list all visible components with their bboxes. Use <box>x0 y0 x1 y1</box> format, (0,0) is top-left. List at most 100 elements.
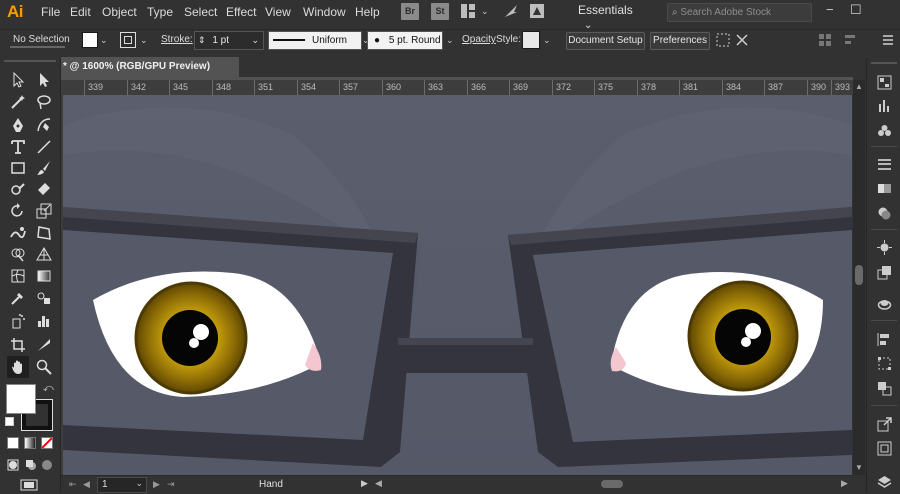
opacity-label[interactable]: Opacity <box>462 34 496 45</box>
next-artboard-icon[interactable]: ▶ <box>153 479 160 490</box>
slice-tool-icon[interactable] <box>33 334 55 356</box>
stroke-panel-icon[interactable] <box>875 155 893 173</box>
hand-tool-icon[interactable] <box>7 356 29 378</box>
horizontal-scroll-thumb[interactable] <box>601 480 623 488</box>
chevron-down-icon[interactable]: ⌄ <box>100 35 108 46</box>
appearance-panel-icon[interactable] <box>875 238 893 256</box>
export-panel-icon[interactable] <box>875 415 893 433</box>
align-panel-icon[interactable] <box>875 330 893 348</box>
panel-menu-icon[interactable] <box>881 33 895 50</box>
arrange-icon[interactable] <box>716 33 730 50</box>
libraries-panel-icon[interactable] <box>875 295 893 313</box>
align-icon[interactable] <box>843 33 857 50</box>
arrange-documents-icon[interactable] <box>460 3 476 22</box>
magic-wand-tool-icon[interactable] <box>7 91 29 113</box>
draw-behind-icon[interactable] <box>25 459 37 471</box>
rectangle-tool-icon[interactable] <box>7 157 29 179</box>
document-setup-button[interactable]: Document Setup <box>566 32 645 50</box>
gradient-mode-icon[interactable] <box>24 437 36 449</box>
pathfinder-panel-icon[interactable] <box>875 379 893 397</box>
artboards-panel-icon[interactable] <box>875 439 893 457</box>
stock-button[interactable]: St <box>431 3 449 20</box>
swap-fill-stroke-icon[interactable]: ⤺ <box>43 383 54 394</box>
menu-select[interactable]: Select <box>184 5 217 19</box>
chevron-down-icon[interactable]: ⌄ <box>543 35 551 46</box>
stepper-icon[interactable]: ⇕ <box>198 35 206 45</box>
chevron-down-icon[interactable]: ⌄ <box>140 35 148 46</box>
preferences-button[interactable]: Preferences <box>650 32 710 50</box>
type-tool-icon[interactable] <box>7 136 29 158</box>
gradient-tool-icon[interactable] <box>33 265 55 287</box>
lasso-tool-icon[interactable] <box>33 91 55 113</box>
brush-definition[interactable]: ● 5 pt. Round <box>367 31 443 50</box>
shape-builder-tool-icon[interactable] <box>7 243 29 265</box>
direct-selection-tool-icon[interactable] <box>33 69 55 91</box>
rotate-tool-icon[interactable] <box>7 200 29 222</box>
gradient-panel-icon[interactable] <box>875 179 893 197</box>
graphic-style-swatch[interactable] <box>522 31 540 49</box>
scroll-right-icon[interactable]: ▶ <box>841 478 848 489</box>
bridge-button[interactable]: Br <box>401 3 419 20</box>
stock-search-input[interactable]: ⌕ Search Adobe Stock <box>667 3 812 22</box>
gpu-preview-icon[interactable] <box>529 3 545 22</box>
stroke-swatch[interactable] <box>120 32 136 48</box>
paintbrush-tool-icon[interactable] <box>33 157 55 179</box>
menu-edit[interactable]: Edit <box>70 5 91 19</box>
eraser-tool-icon[interactable] <box>33 178 55 200</box>
chevron-down-icon[interactable]: ⌄ <box>481 6 489 17</box>
menu-effect[interactable]: Effect <box>226 5 256 19</box>
layers-panel-icon[interactable] <box>875 472 893 490</box>
scroll-up-icon[interactable]: ▲ <box>855 82 863 91</box>
blend-tool-icon[interactable] <box>33 287 55 309</box>
menu-help[interactable]: Help <box>355 5 380 19</box>
menu-type[interactable]: Type <box>147 5 173 19</box>
screen-mode-icon[interactable] <box>20 479 40 491</box>
vertical-scrollbar[interactable]: ▲ ▼ <box>853 80 865 475</box>
brushes-panel-icon[interactable] <box>875 96 893 114</box>
isolate-icon[interactable] <box>818 33 832 50</box>
menu-file[interactable]: File <box>41 5 60 19</box>
fill-color-indicator[interactable] <box>6 384 36 414</box>
chevron-down-icon[interactable]: ⌄ <box>135 478 143 489</box>
horizontal-ruler[interactable]: 339 342 345 348 351 354 357 360 363 366 … <box>61 80 853 96</box>
transform-panel-icon[interactable] <box>875 354 893 372</box>
shaper-tool-icon[interactable] <box>7 178 29 200</box>
menu-view[interactable]: View <box>265 5 291 19</box>
menu-window[interactable]: Window <box>303 5 346 19</box>
fill-swatch[interactable] <box>82 32 98 48</box>
workspace-switcher[interactable]: Essentials ⌄ <box>578 3 650 31</box>
default-colors-icon[interactable] <box>5 417 14 426</box>
scroll-down-icon[interactable]: ▼ <box>855 463 863 472</box>
warp-tool-icon[interactable] <box>7 222 29 244</box>
previous-artboard-icon[interactable]: ◀ <box>83 479 90 490</box>
properties-panel-icon[interactable] <box>875 73 893 91</box>
artboard-canvas[interactable] <box>63 95 852 475</box>
free-transform-tool-icon[interactable] <box>33 222 55 244</box>
symbols-panel-icon[interactable] <box>875 121 893 139</box>
stroke-weight-field[interactable]: ⇕ 1 pt ⌄ <box>194 31 264 50</box>
column-graph-tool-icon[interactable] <box>33 310 55 332</box>
line-segment-tool-icon[interactable] <box>33 136 55 158</box>
status-menu-icon[interactable]: ▶ <box>361 478 368 489</box>
artboard-number-field[interactable]: 1 ⌄ <box>97 477 147 493</box>
draw-inside-icon[interactable] <box>41 459 53 471</box>
chevron-down-icon[interactable]: ⌄ <box>446 35 454 46</box>
transparency-panel-icon[interactable] <box>875 204 893 222</box>
symbol-sprayer-tool-icon[interactable] <box>7 310 29 332</box>
scale-tool-icon[interactable] <box>33 200 55 222</box>
selection-tool-icon[interactable] <box>7 69 29 91</box>
pen-tool-icon[interactable] <box>7 114 29 136</box>
eyedropper-tool-icon[interactable] <box>7 287 29 309</box>
chevron-down-icon[interactable]: ⌄ <box>251 32 259 49</box>
minimize-icon[interactable]: − <box>826 2 834 17</box>
scroll-left-icon[interactable]: ◀ <box>375 478 382 489</box>
gpu-performance-icon[interactable] <box>503 3 519 22</box>
variable-width-profile[interactable]: Uniform <box>268 31 362 50</box>
none-mode-icon[interactable] <box>41 437 53 449</box>
draw-normal-icon[interactable] <box>7 459 19 471</box>
perspective-grid-tool-icon[interactable] <box>33 243 55 265</box>
document-tab[interactable]: * @ 1600% (RGB/GPU Preview) <box>61 57 239 77</box>
artboard-tool-icon[interactable] <box>7 334 29 356</box>
menu-object[interactable]: Object <box>102 5 137 19</box>
zoom-tool-icon[interactable] <box>33 356 55 378</box>
